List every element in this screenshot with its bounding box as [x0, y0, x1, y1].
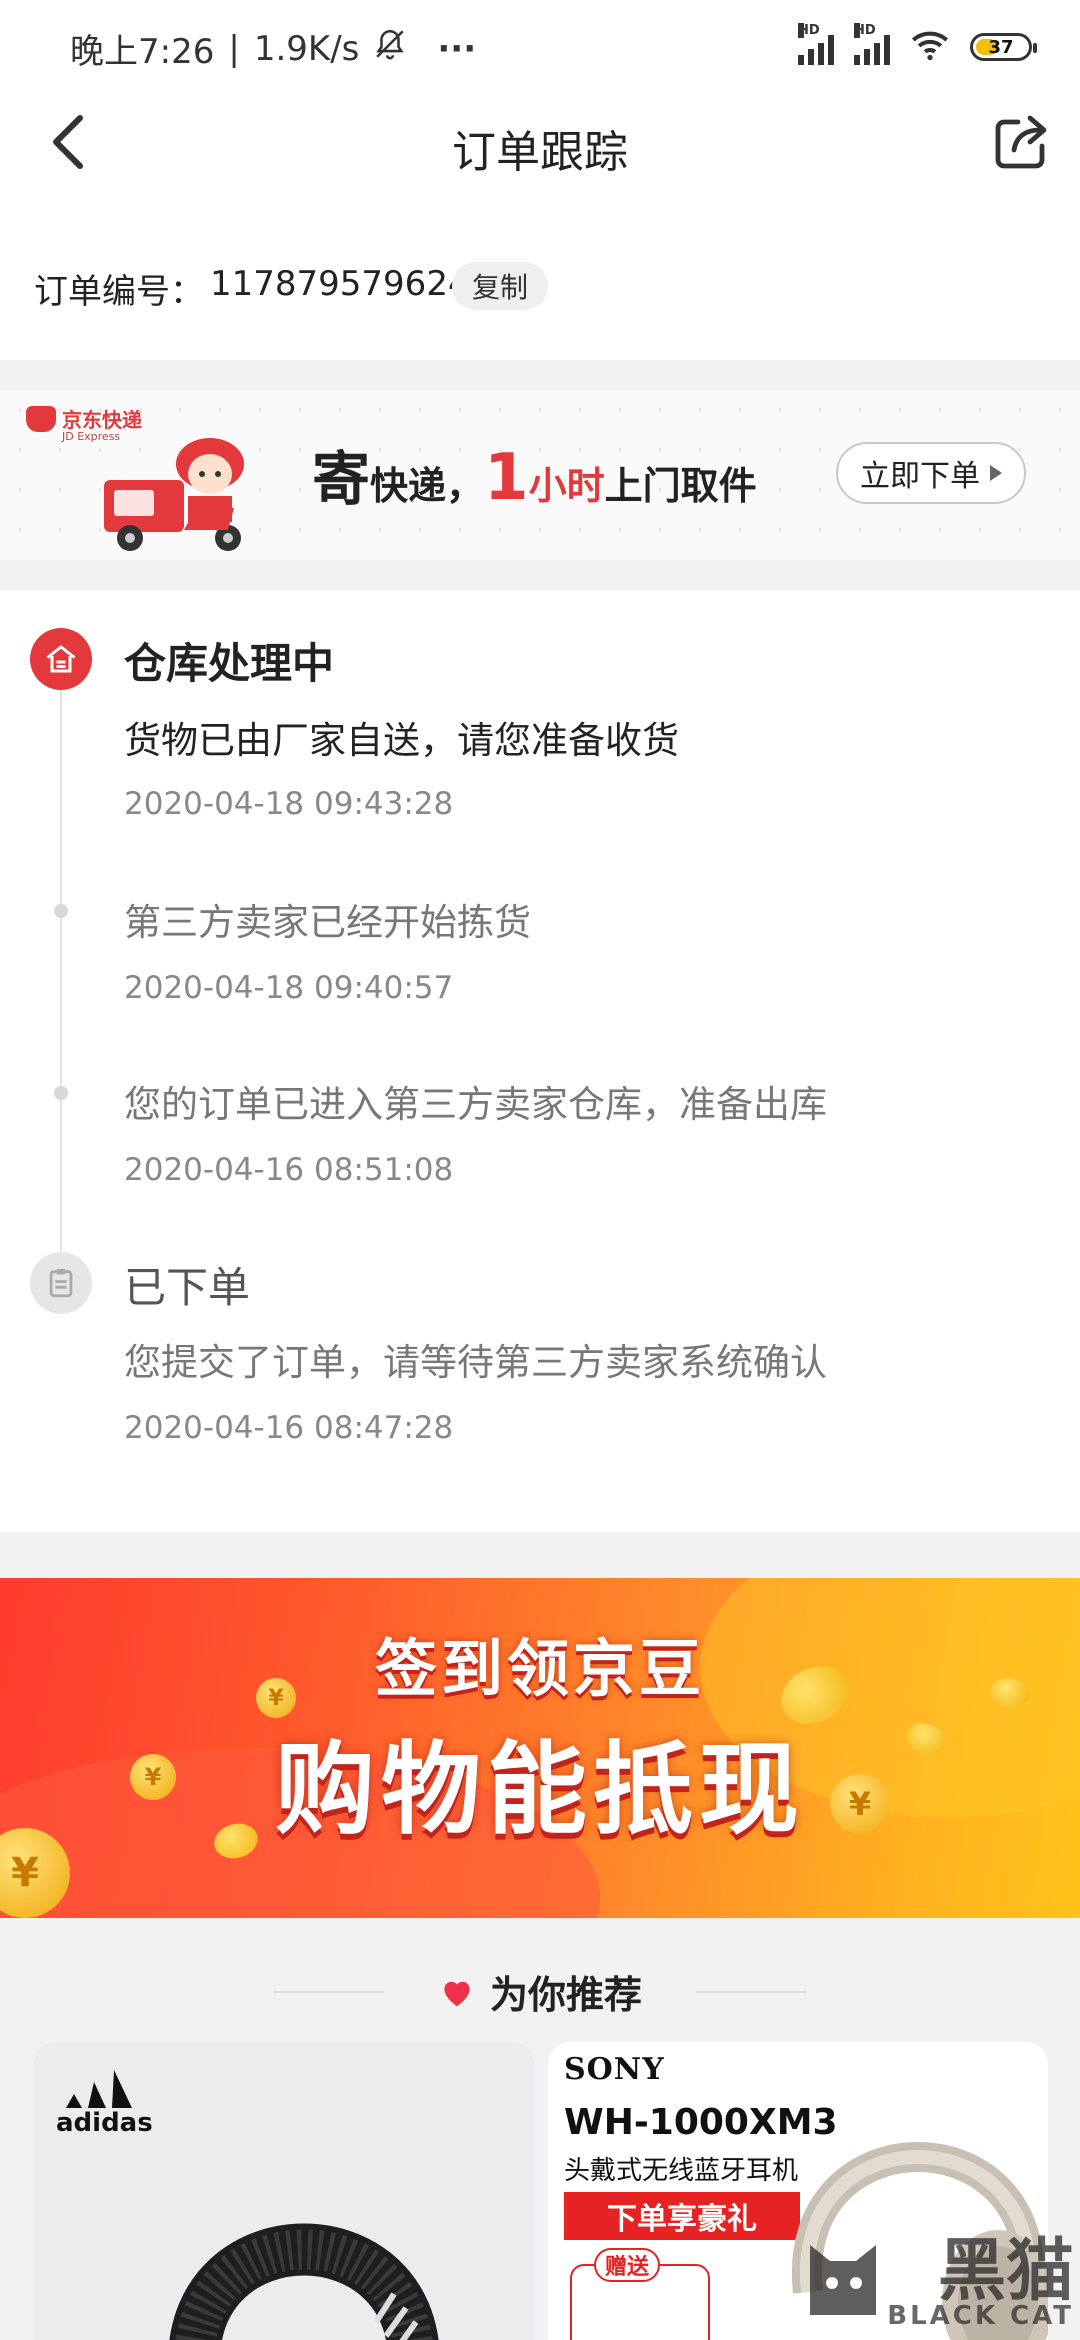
order-number-value: 117879579624	[210, 264, 470, 304]
timeline-dot	[54, 904, 68, 918]
tracking-timeline: 仓库处理中 货物已由厂家自送，请您准备收货 2020-04-18 09:43:2…	[0, 590, 1080, 1532]
headband-image	[169, 2223, 439, 2340]
tracking-event-time: 2020-04-16 08:47:28	[124, 1410, 454, 1446]
order-number-section: 订单编号： 117879579624 复制	[0, 200, 1080, 360]
status-more: ···	[437, 28, 477, 69]
product-subtitle: 头戴式无线蓝牙耳机	[564, 2156, 799, 2186]
sign-in-promo-banner[interactable]: ¥ ¥ ¥ ¥ 签到领京豆 购物能抵现	[0, 1578, 1080, 1918]
cat-logo-icon	[810, 2245, 876, 2315]
page-title: 订单跟踪	[452, 127, 628, 178]
status-time: 晚上7:26	[70, 32, 215, 72]
promo-line-2: 购物能抵现	[275, 1731, 805, 1848]
battery-icon: 37	[970, 33, 1037, 61]
timeline-line	[60, 670, 62, 1270]
adidas-logo-icon	[66, 2070, 132, 2108]
signal-icon-2: HD	[854, 23, 890, 65]
jd-dog-icon	[26, 405, 56, 432]
tracking-event-desc: 货物已由厂家自送，请您准备收货	[124, 719, 679, 762]
signal-icon: HD	[798, 23, 834, 65]
tracking-event-time: 2020-04-16 08:51:08	[124, 1152, 454, 1188]
tracking-event-desc: 您的订单已进入第三方卖家仓库，准备出库	[124, 1083, 827, 1126]
network-type-2: HD	[854, 23, 876, 38]
bell-off-icon	[373, 27, 407, 70]
share-icon	[995, 115, 1047, 169]
warehouse-icon	[30, 628, 92, 690]
order-placed-icon	[30, 1252, 92, 1314]
heart-icon	[444, 1981, 470, 2006]
watermark-sub: BLACK CAT	[887, 2301, 1074, 2331]
status-right: HD HD 37	[798, 23, 1037, 66]
jd-express-banner[interactable]: 京东快递 JD Express 寄 快递， 1 小时 上门取件 立即下单	[0, 390, 1080, 560]
tracking-event-time: 2020-04-18 09:43:28	[124, 786, 454, 822]
promo-line-1: 签到领京豆	[374, 1632, 705, 1705]
order-now-button[interactable]: 立即下单	[836, 442, 1026, 504]
copy-button[interactable]: 复制	[452, 262, 548, 310]
status-bar: 晚上7:26 | 1.9K/s ··· HD HD 37	[0, 0, 1080, 90]
caret-right-icon	[990, 465, 1002, 481]
order-now-label: 立即下单	[860, 459, 980, 494]
tracking-event-time: 2020-04-18 09:40:57	[124, 970, 454, 1006]
tracking-event-desc: 您提交了订单，请等待第三方卖家系统确认	[124, 1341, 827, 1384]
status-left: 晚上7:26 | 1.9K/s ···	[70, 24, 476, 73]
share-button[interactable]	[990, 110, 1054, 174]
tracking-event-title: 已下单	[124, 1263, 251, 1312]
courier-illustration-icon	[104, 438, 244, 551]
product-brand: SONY	[564, 2052, 665, 2087]
network-type-1: HD	[798, 23, 820, 38]
timeline-dot	[54, 1086, 68, 1100]
watermark: 黑猫 BLACK CAT	[780, 2215, 1080, 2340]
status-speed: 1.9K/s	[253, 28, 360, 69]
tracking-event-title: 仓库处理中	[124, 639, 335, 688]
status-divider: |	[228, 28, 240, 69]
battery-level: 37	[988, 36, 1014, 58]
jd-express-logo: 京东快递 JD Express	[26, 404, 142, 443]
watermark-text: 黑猫	[937, 2232, 1074, 2311]
product-brand: adidas	[56, 2108, 153, 2138]
order-number-label: 订单编号：	[34, 272, 204, 312]
express-slogan: 寄 快递， 1 小时 上门取件	[312, 441, 757, 515]
wifi-icon	[910, 28, 950, 66]
recommend-title: 为你推荐	[489, 1973, 642, 2017]
gift-badge: 赠送	[594, 2248, 660, 2282]
jd-express-brand: 京东快递	[62, 408, 142, 432]
promo-tag: 下单享豪礼	[564, 2192, 800, 2240]
nav-header: 订单跟踪	[0, 90, 1080, 200]
recommend-header: 为你推荐	[0, 1964, 1080, 2019]
product-card[interactable]: adidas	[34, 2042, 534, 2340]
tracking-event-desc: 第三方卖家已经开始拣货	[124, 901, 531, 944]
